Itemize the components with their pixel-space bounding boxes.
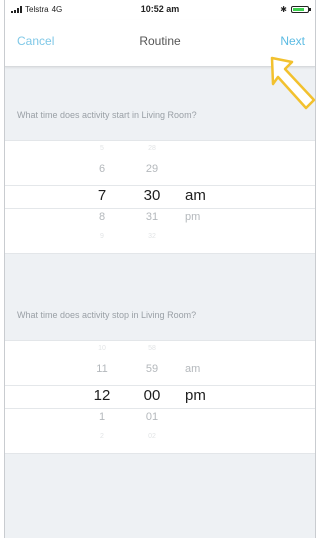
stop-minute-wheel[interactable]: 58 59 00 01 02 xyxy=(127,341,177,453)
start-hour-wheel[interactable]: 5 6 7 8 9 xyxy=(77,141,127,253)
annotation-arrow-icon xyxy=(270,56,316,110)
stop-hour-selected[interactable]: 12 xyxy=(77,387,127,404)
start-minute-option[interactable]: 29 xyxy=(127,163,177,175)
stop-hour-wheel[interactable]: 10 11 12 1 2 xyxy=(77,341,127,453)
status-right: ✱ xyxy=(280,5,311,14)
stop-minute-option[interactable]: 59 xyxy=(127,363,177,375)
navigation-bar: Cancel Routine Next xyxy=(5,20,315,67)
start-minute-option[interactable]: 28 xyxy=(127,145,177,152)
status-bar: Telstra 4G 10:52 am ✱ xyxy=(5,0,315,20)
stop-time-question: What time does activity stop in Living R… xyxy=(17,310,197,320)
start-hour-option[interactable]: 5 xyxy=(77,145,127,152)
stop-minute-option[interactable]: 01 xyxy=(127,411,177,423)
start-minute-selected[interactable]: 30 xyxy=(127,187,177,204)
start-ampm-selected[interactable]: am xyxy=(185,187,225,204)
start-time-question: What time does activity start in Living … xyxy=(17,110,197,120)
next-button[interactable]: Next xyxy=(280,34,305,48)
start-time-picker[interactable]: 5 6 7 8 9 28 29 30 31 32 am pm xyxy=(5,140,315,254)
start-hour-option[interactable]: 6 xyxy=(77,163,127,175)
start-hour-option[interactable]: 9 xyxy=(77,233,127,240)
stop-minute-option[interactable]: 58 xyxy=(127,345,177,352)
status-time: 10:52 am xyxy=(140,4,180,14)
start-minute-wheel[interactable]: 28 29 30 31 32 xyxy=(127,141,177,253)
stop-ampm-wheel[interactable]: am pm xyxy=(185,341,225,453)
stop-ampm-selected[interactable]: pm xyxy=(185,387,225,404)
stop-hour-option[interactable]: 1 xyxy=(77,411,127,423)
battery-icon xyxy=(291,6,311,13)
stop-hour-option[interactable]: 11 xyxy=(77,363,127,375)
start-hour-option[interactable]: 8 xyxy=(77,211,127,223)
stop-hour-option[interactable]: 10 xyxy=(77,345,127,352)
stop-minute-option[interactable]: 02 xyxy=(127,433,177,440)
stop-hour-option[interactable]: 2 xyxy=(77,433,127,440)
stop-time-picker[interactable]: 10 11 12 1 2 58 59 00 01 02 am pm xyxy=(5,340,315,454)
start-ampm-option[interactable]: pm xyxy=(185,211,225,223)
stop-minute-selected[interactable]: 00 xyxy=(127,387,177,404)
start-ampm-wheel[interactable]: am pm xyxy=(185,141,225,253)
page-title: Routine xyxy=(139,34,181,48)
start-hour-selected[interactable]: 7 xyxy=(77,187,127,204)
start-minute-option[interactable]: 32 xyxy=(127,233,177,240)
start-minute-option[interactable]: 31 xyxy=(127,211,177,223)
stop-ampm-option[interactable]: am xyxy=(185,363,225,375)
bluetooth-icon: ✱ xyxy=(280,5,287,14)
